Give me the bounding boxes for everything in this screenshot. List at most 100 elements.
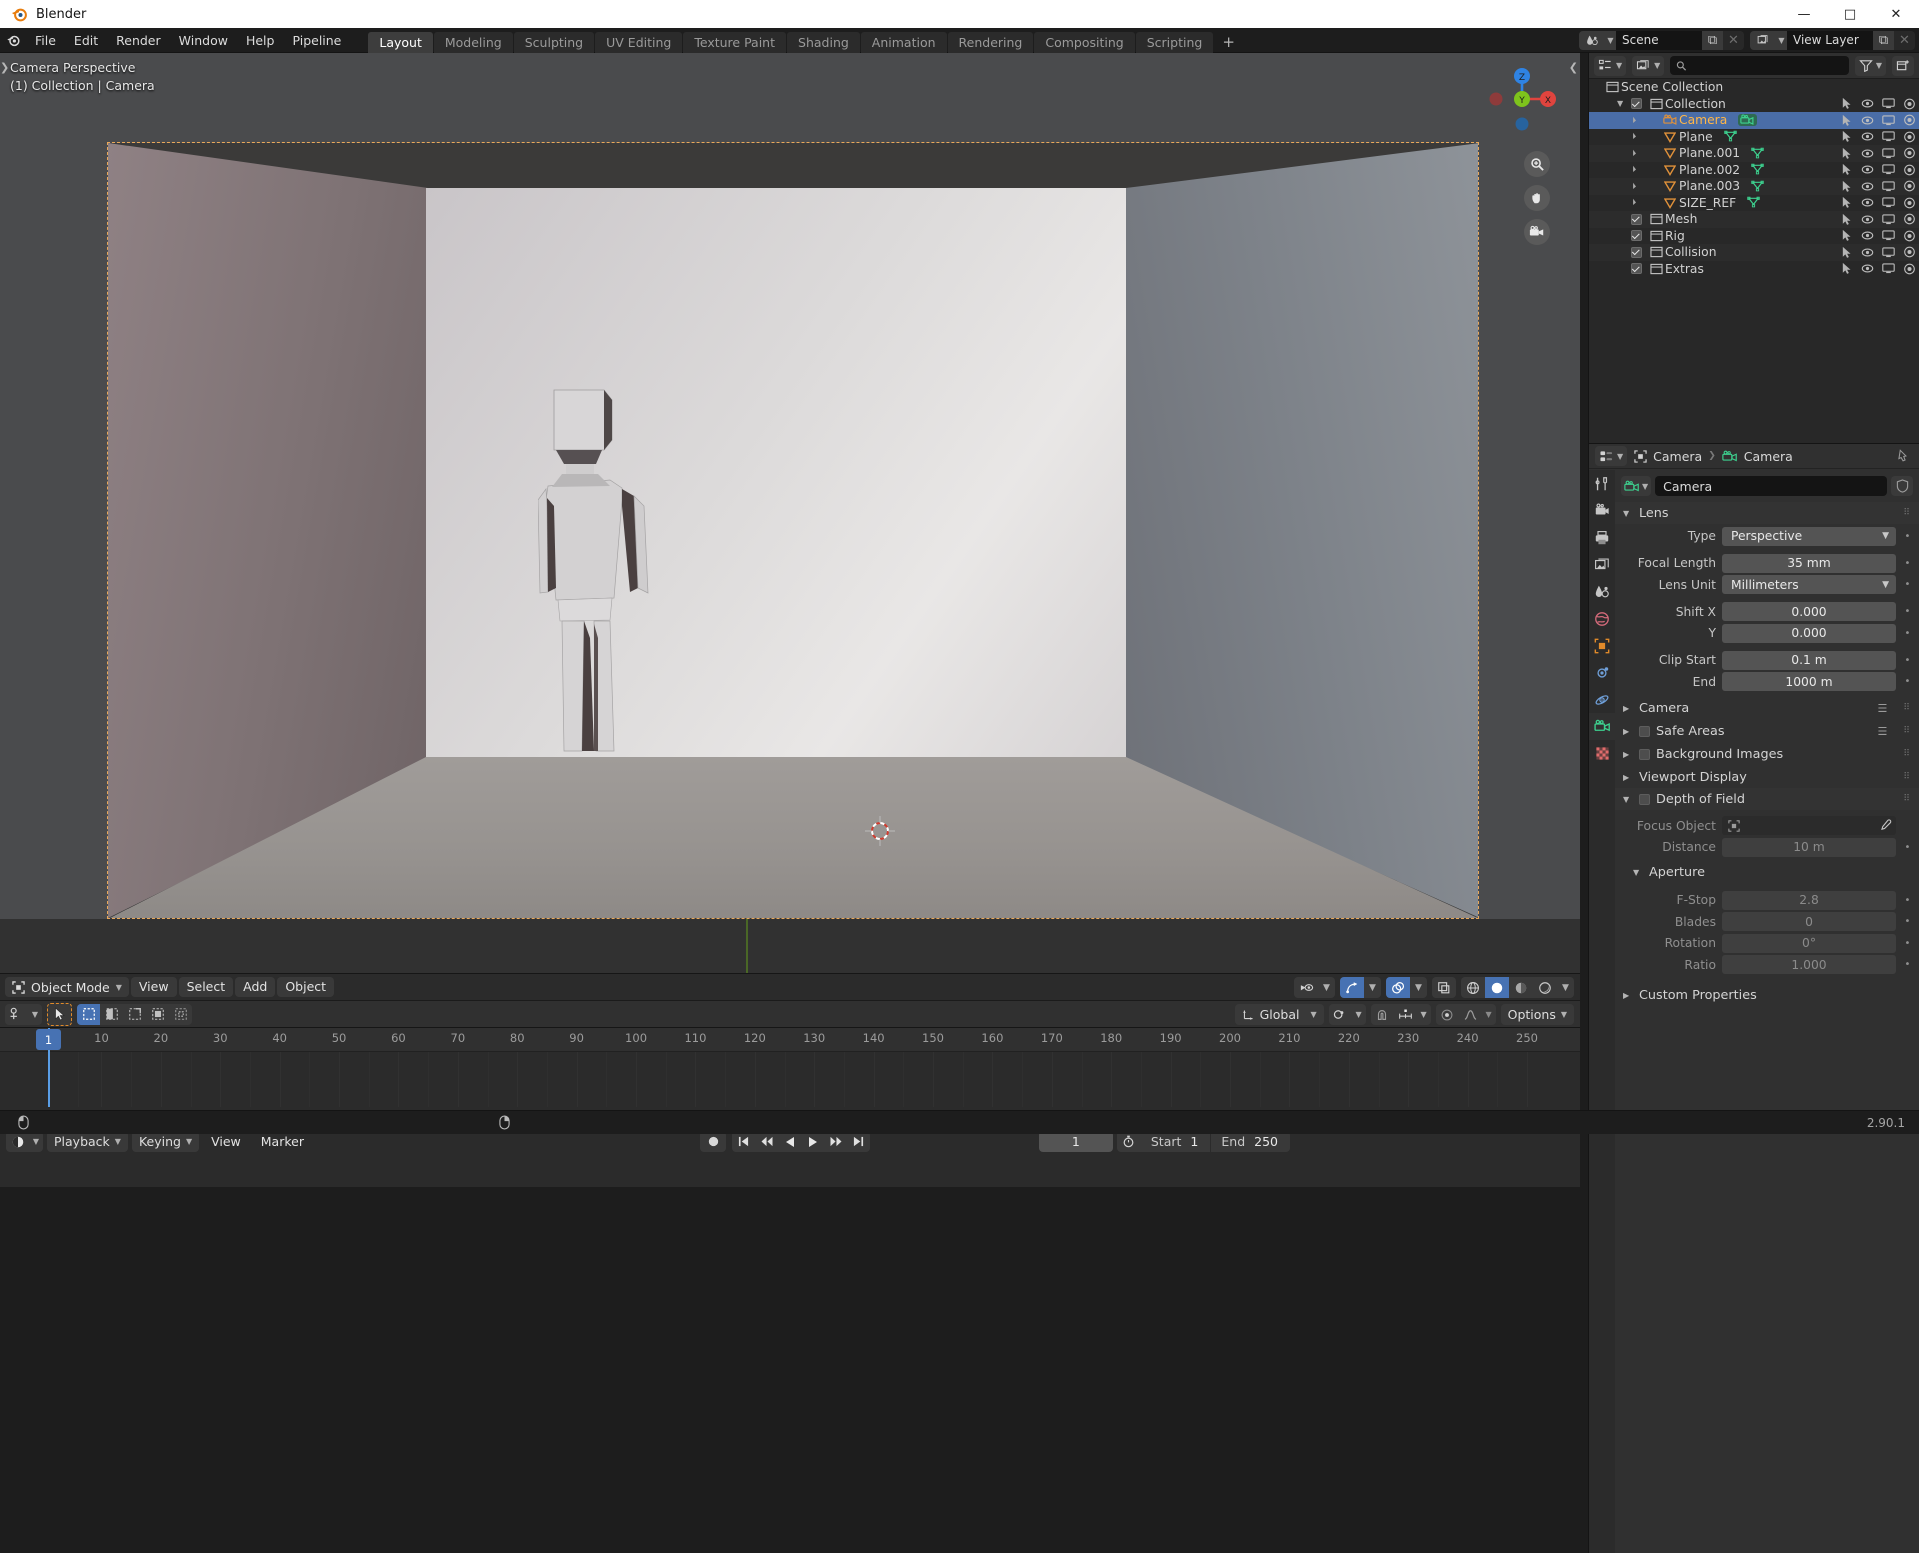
navigation-gizmo[interactable]: Y Z X: [1486, 63, 1558, 135]
tab-render[interactable]: [1589, 497, 1615, 524]
editor-type-chevron-down-icon[interactable]: ▼: [29, 1131, 43, 1152]
proportional-editing-group[interactable]: ▼: [1435, 1004, 1496, 1025]
tab-view-layer[interactable]: [1589, 551, 1615, 578]
monitor-icon[interactable]: [1882, 262, 1895, 275]
outliner-display-mode-selector[interactable]: ▼: [1594, 55, 1627, 76]
viewport-menu-select[interactable]: Select: [178, 977, 234, 997]
panel-header-camera[interactable]: ▶ Camera ☰ ⠿: [1615, 697, 1919, 719]
lens-field-end[interactable]: 1000 m: [1722, 672, 1896, 691]
cursor-select-icon[interactable]: [1840, 147, 1853, 160]
properties-editor[interactable]: ▼ Camera ❯ Camera ▼ Camera ▼ Lens ⠿ Type…: [1588, 443, 1919, 1553]
cursor-select-icon[interactable]: [1840, 163, 1853, 176]
outliner-row-extras[interactable]: Extras: [1589, 261, 1919, 278]
eye-icon[interactable]: [1861, 97, 1874, 110]
lens-field-lens-unit[interactable]: Millimeters ▼: [1722, 575, 1896, 594]
outliner-search-field[interactable]: [1692, 58, 1843, 73]
outliner-search-input[interactable]: [1670, 56, 1849, 75]
view-layer-name[interactable]: View Layer: [1787, 31, 1873, 50]
timeline-menu-marker[interactable]: Marker: [253, 1132, 312, 1152]
panel-header-viewport-display[interactable]: ▶ Viewport Display ⠿: [1615, 766, 1919, 788]
render-camera-icon[interactable]: [1903, 147, 1916, 160]
show-gizmo-icon[interactable]: [1340, 977, 1364, 998]
tab-rendering[interactable]: Rendering: [947, 31, 1034, 53]
render-camera-icon[interactable]: [1903, 213, 1916, 226]
cursor-select-icon[interactable]: [1840, 97, 1853, 110]
toggle-xray-icon[interactable]: [1432, 977, 1456, 998]
cursor-select-icon[interactable]: [1840, 246, 1853, 259]
select-box-icon[interactable]: [77, 1003, 100, 1025]
tab-scripting[interactable]: Scripting: [1135, 31, 1214, 53]
scene-name[interactable]: Scene: [1616, 31, 1702, 50]
render-camera-icon[interactable]: [1903, 180, 1916, 193]
tab-modifiers[interactable]: [1589, 659, 1615, 686]
breadcrumb-data-label[interactable]: Camera: [1744, 449, 1793, 464]
eye-icon[interactable]: [1861, 196, 1874, 209]
sidebar-collapse-arrow-icon[interactable]: ❮: [1569, 61, 1578, 74]
rendered-shading-icon[interactable]: [1533, 977, 1557, 998]
falloff-chevron-down-icon[interactable]: ▼: [1482, 1004, 1496, 1025]
transform-pivot-selector[interactable]: ▼: [5, 1003, 42, 1025]
select-mode-group[interactable]: [77, 1003, 192, 1025]
dof-enable-checkbox[interactable]: [1639, 793, 1650, 805]
outliner-expand-arrow-icon[interactable]: [1631, 197, 1641, 208]
pivot-point-icon[interactable]: [5, 1004, 28, 1025]
outliner-row-size-ref[interactable]: SIZE_REF: [1589, 195, 1919, 212]
viewport-menu-add[interactable]: Add: [235, 977, 276, 997]
tab-sculpting[interactable]: Sculpting: [513, 31, 595, 53]
cursor-select-icon[interactable]: [1840, 262, 1853, 275]
monitor-icon[interactable]: [1882, 163, 1895, 176]
breadcrumb-object-label[interactable]: Camera: [1653, 449, 1702, 464]
playback-buttons[interactable]: [732, 1131, 870, 1152]
jump-to-end-icon[interactable]: [847, 1131, 870, 1152]
aperture-animate-dot-rotation[interactable]: •: [1902, 938, 1913, 949]
lens-field-shift-x[interactable]: 0.000: [1722, 602, 1896, 621]
object-visibility-icon[interactable]: [1294, 977, 1318, 998]
cursor-select-icon[interactable]: [1840, 114, 1853, 127]
view-layer-selector[interactable]: ▼ View Layer ⧉ ✕: [1750, 31, 1915, 50]
outliner-expand-arrow-icon[interactable]: [1631, 181, 1641, 192]
remove-view-layer-button[interactable]: ✕: [1894, 31, 1915, 50]
outliner-expand-arrow-icon[interactable]: [1631, 164, 1641, 175]
properties-editor-type-selector[interactable]: ▼: [1595, 446, 1628, 466]
visibility-selector[interactable]: ▼: [1294, 977, 1335, 998]
eye-icon[interactable]: [1861, 246, 1874, 259]
auto-keying-button[interactable]: [700, 1131, 726, 1152]
use-preview-range-icon[interactable]: [1117, 1135, 1141, 1148]
panel-header-background-images[interactable]: ▶ Background Images ⠿: [1615, 743, 1919, 765]
outliner-exclude-checkbox[interactable]: [1631, 263, 1642, 275]
select-subtract-icon[interactable]: [123, 1004, 146, 1025]
cursor-select-icon[interactable]: [1840, 196, 1853, 209]
outliner-row-plane-003[interactable]: Plane.003: [1589, 178, 1919, 195]
lens-field-clip-start[interactable]: 0.1 m: [1722, 650, 1896, 670]
tab-world[interactable]: [1589, 605, 1615, 632]
playback-menu[interactable]: Playback ▼: [47, 1131, 128, 1152]
eye-icon[interactable]: [1861, 180, 1874, 193]
snap-chevron-down-icon[interactable]: ▼: [1417, 1004, 1431, 1025]
eye-icon[interactable]: [1861, 130, 1874, 143]
object-mode-selector[interactable]: Object Mode ▼: [5, 977, 129, 997]
lens-animate-dot-type[interactable]: •: [1902, 531, 1913, 542]
new-scene-button[interactable]: ⧉: [1702, 31, 1723, 50]
monitor-icon[interactable]: [1882, 196, 1895, 209]
timeline-editor-icon[interactable]: [6, 1131, 29, 1152]
lens-field-y[interactable]: 0.000: [1722, 623, 1896, 643]
scene-chevron-down-icon[interactable]: ▼: [1605, 31, 1616, 50]
camera-data-browse-button[interactable]: ▼: [1621, 476, 1652, 496]
tab-uv-editing[interactable]: UV Editing: [595, 31, 683, 53]
fake-user-button[interactable]: [1891, 476, 1913, 496]
monitor-icon[interactable]: [1882, 114, 1895, 127]
aperture-animate-dot-f-stop[interactable]: •: [1902, 895, 1913, 906]
pivot-point-selector[interactable]: ▼: [1328, 1004, 1366, 1025]
snap-magnet-icon[interactable]: [1371, 1004, 1394, 1025]
gizmo-toggle-group[interactable]: ▼: [1340, 977, 1381, 998]
outliner-expand-triangle-down-icon[interactable]: ▼: [1617, 99, 1627, 108]
outliner-mesh-data-icon[interactable]: [1747, 196, 1760, 209]
menu-window[interactable]: Window: [170, 28, 237, 53]
next-keyframe-icon[interactable]: [824, 1131, 847, 1152]
current-frame-field[interactable]: 1: [1038, 1131, 1113, 1152]
timeline-current-frame-indicator[interactable]: 1: [36, 1029, 61, 1050]
menu-help[interactable]: Help: [237, 28, 284, 53]
camera-presets-icon[interactable]: ☰: [1878, 702, 1888, 715]
panel-header-aperture[interactable]: ▼ Aperture: [1615, 862, 1919, 884]
monitor-icon[interactable]: [1882, 147, 1895, 160]
